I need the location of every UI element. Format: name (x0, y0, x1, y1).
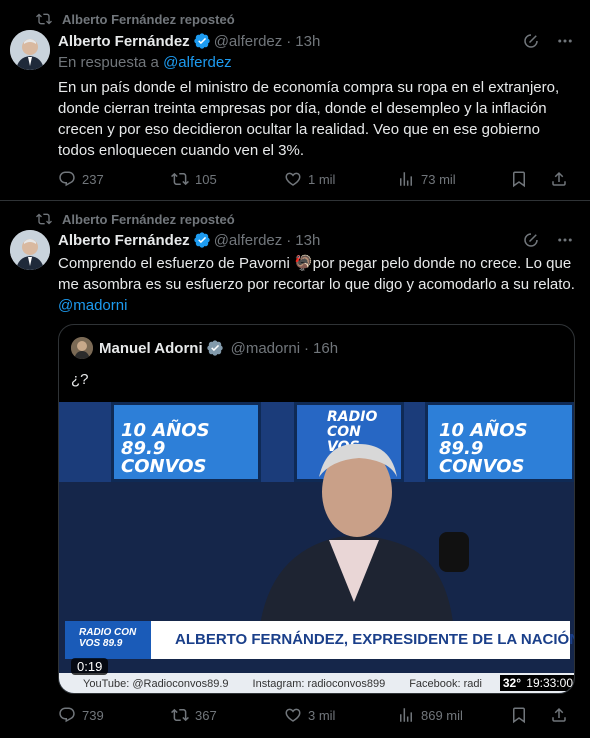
repost-icon (36, 13, 52, 25)
tweet[interactable]: Alberto Fernández reposteó Alberto Ferná… (0, 0, 590, 201)
tweet-header: Alberto Fernández @alferdez · 13h (58, 231, 320, 249)
quoted-tweet[interactable]: Manuel Adorni @madorni · 16h ¿? 10 AÑOS … (58, 324, 575, 694)
repost-icon (171, 708, 189, 722)
lower-third-title: ALBERTO FERNÁNDEZ, EXPRESIDENTE DE LA NA… (175, 631, 575, 648)
verified-badge-icon (206, 340, 223, 356)
clock-readout: 19:33:00 (523, 675, 574, 691)
bookmark-button[interactable] (510, 706, 534, 724)
share-button[interactable] (550, 706, 574, 724)
reply-button[interactable]: 237 (58, 170, 171, 188)
ticker-facebook: Facebook: radi (409, 678, 482, 690)
repost-button[interactable]: 105 (171, 170, 284, 188)
quoted-author-handle: @madorni (230, 339, 301, 357)
timestamp[interactable]: 13h (295, 232, 320, 249)
like-count: 3 mil (308, 707, 336, 723)
like-button[interactable]: 3 mil (284, 706, 397, 724)
reply-prefix: En respuesta a (58, 54, 159, 71)
video-duration: 0:19 (71, 658, 109, 675)
tweet-header: Alberto Fernández @alferdez · 13h (58, 32, 320, 50)
share-icon (552, 171, 566, 186)
bookmark-button[interactable] (510, 170, 534, 188)
lower-third-banner: RADIO CON VOS 89.9 ALBERTO FERNÁNDEZ, EX… (65, 621, 574, 659)
speaker-figure (259, 443, 469, 632)
views-count: 869 mil (421, 707, 463, 723)
ticker-instagram: Instagram: radioconvos899 (252, 678, 386, 690)
like-button[interactable]: 1 mil (284, 170, 397, 188)
tweet[interactable]: Alberto Fernández reposteó Alberto Ferná… (0, 202, 590, 738)
bookmark-icon (513, 171, 525, 188)
like-icon (285, 708, 301, 722)
reply-button[interactable]: 739 (58, 706, 171, 724)
more-icon[interactable] (556, 231, 574, 249)
quoted-author-name: Manuel Adorni (99, 339, 203, 357)
repost-indicator: Alberto Fernández reposteó (36, 11, 235, 27)
like-count: 1 mil (308, 171, 336, 187)
reply-count: 237 (82, 171, 104, 187)
bookmark-icon (513, 707, 525, 724)
reply-context: En respuesta a @alferdez (58, 54, 232, 71)
share-icon (552, 707, 566, 722)
views-button[interactable]: 73 mil (397, 170, 510, 188)
verified-badge-icon (194, 232, 210, 248)
lower-third-logo: RADIO CON VOS 89.9 (65, 621, 151, 659)
tweet-top-actions (522, 231, 574, 249)
verified-badge-icon (194, 33, 210, 49)
share-button[interactable] (550, 170, 574, 188)
tweet-text: Comprendo el esfuerzo de Pavorni 🦃por pe… (58, 253, 578, 316)
separator-dot: · (286, 32, 292, 50)
tweet-text: En un país donde el ministro de economía… (58, 79, 560, 159)
quoted-timestamp: 16h (313, 339, 339, 357)
repost-indicator: Alberto Fernández reposteó (36, 211, 235, 227)
views-count: 73 mil (421, 171, 456, 187)
reply-icon (59, 171, 75, 187)
like-icon (285, 172, 301, 186)
reply-icon (59, 707, 75, 723)
repost-icon (171, 172, 189, 186)
views-icon (400, 172, 412, 186)
reply-handle-link[interactable]: @alferdez (163, 54, 232, 71)
avatar[interactable] (10, 30, 50, 70)
mention-link[interactable]: @madorni (58, 297, 127, 314)
separator-dot: · (304, 339, 310, 357)
author-name[interactable]: Alberto Fernández (58, 33, 190, 50)
quoted-tweet-text: ¿? (71, 371, 89, 388)
tweet-text-part: Comprendo el esfuerzo de Pavorni (58, 255, 294, 272)
tweet-actions: 237 105 1 mil 73 mil (58, 170, 574, 188)
grok-icon[interactable] (522, 32, 540, 50)
author-handle[interactable]: @alferdez (214, 33, 283, 50)
temperature-readout: 32° (499, 675, 524, 691)
quoted-tweet-header: Manuel Adorni @madorni · 16h (71, 337, 338, 359)
repost-count: 367 (195, 707, 217, 723)
tweet-actions: 739 367 3 mil 869 mil (58, 706, 574, 724)
reply-count: 739 (82, 707, 104, 723)
views-button[interactable]: 869 mil (397, 706, 510, 724)
repost-icon (36, 213, 52, 225)
grok-icon[interactable] (522, 231, 540, 249)
repost-label[interactable]: Alberto Fernández reposteó (62, 12, 235, 27)
more-icon[interactable] (556, 32, 574, 50)
avatar[interactable] (10, 230, 50, 270)
views-icon (400, 708, 412, 722)
screen-text-left: 10 AÑOS 89.9 CONVOS (121, 420, 210, 477)
video-player[interactable]: 10 AÑOS 89.9 CONVOS RADIO CON VOS 10 AÑO… (59, 402, 574, 693)
social-ticker: YouTube: @Radioconvos89.9 Instagram: rad… (59, 673, 574, 693)
repost-button[interactable]: 367 (171, 706, 284, 724)
separator-dot: · (286, 231, 292, 249)
author-name[interactable]: Alberto Fernández (58, 232, 190, 249)
turkey-emoji-icon: 🦃 (293, 255, 313, 272)
author-handle[interactable]: @alferdez (214, 232, 283, 249)
timestamp[interactable]: 13h (295, 33, 320, 50)
tweet-top-actions (522, 32, 574, 50)
ticker-youtube: YouTube: @Radioconvos89.9 (83, 678, 229, 690)
repost-count: 105 (195, 171, 217, 187)
repost-label[interactable]: Alberto Fernández reposteó (62, 212, 235, 227)
quoted-avatar (71, 337, 93, 359)
